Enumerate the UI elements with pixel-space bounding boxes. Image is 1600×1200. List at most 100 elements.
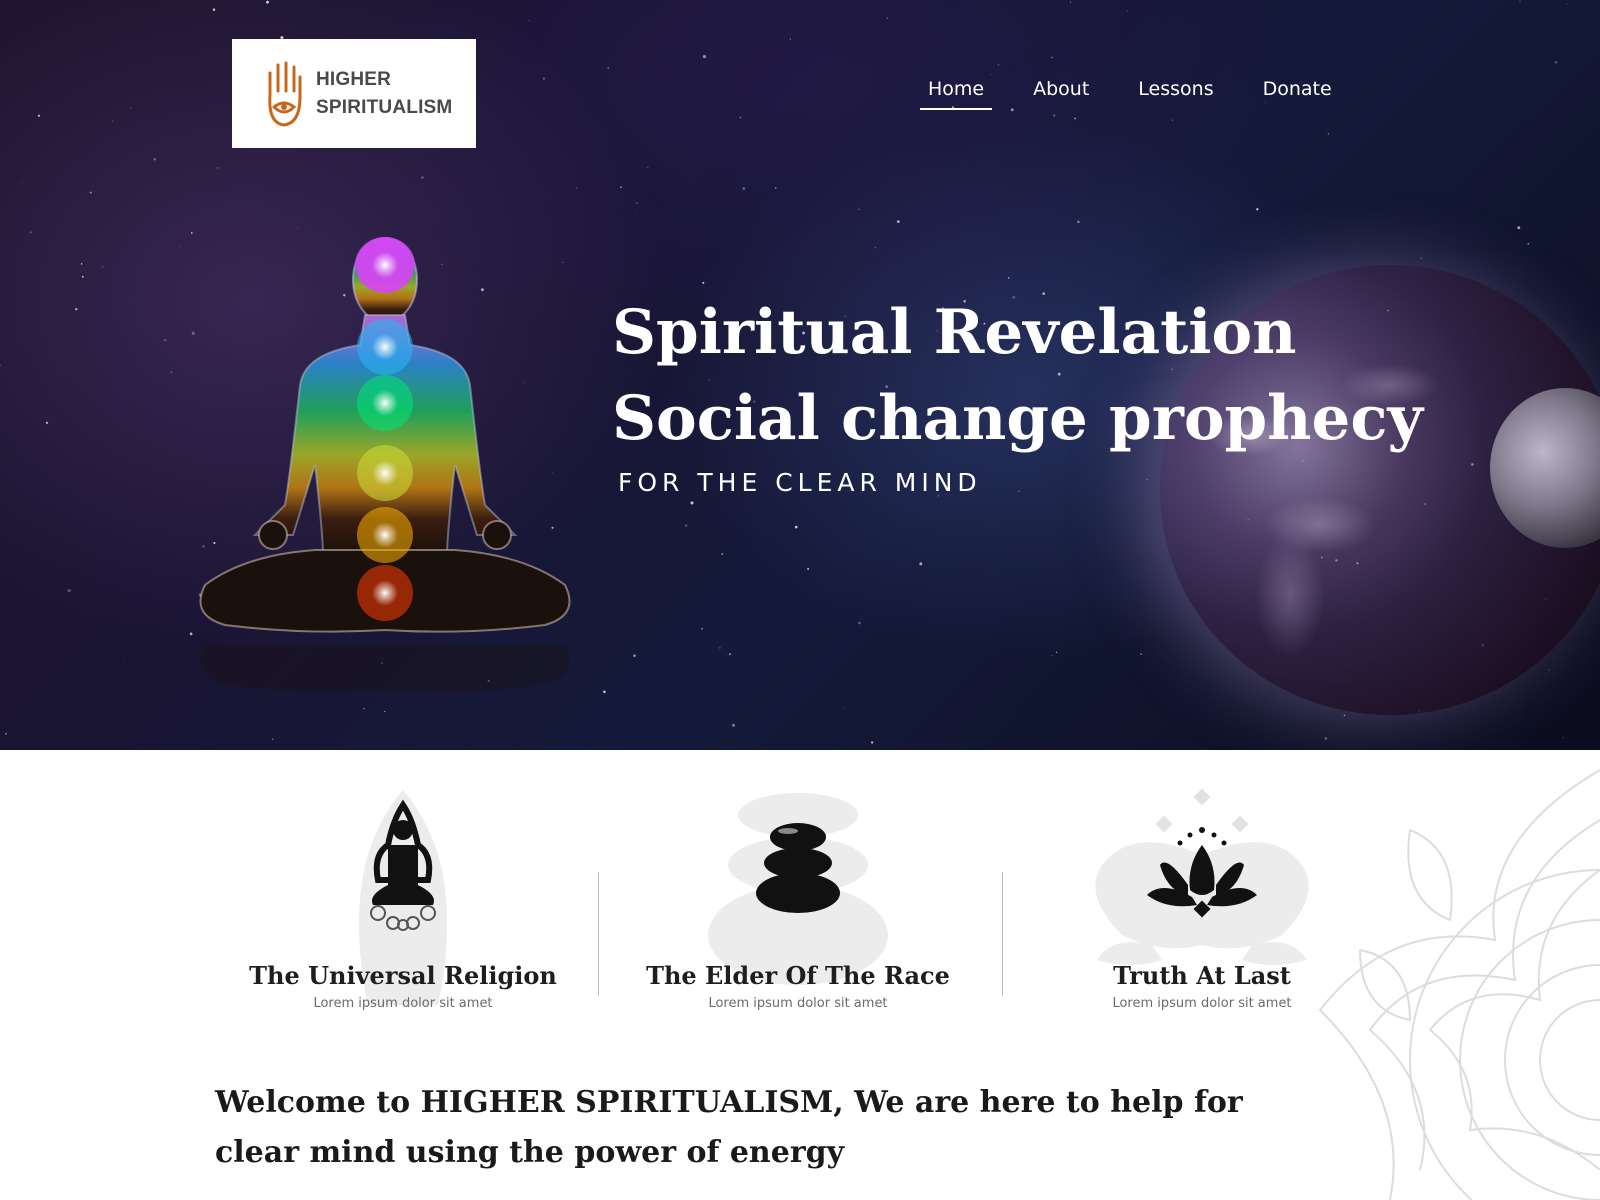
star <box>89 191 92 194</box>
star <box>75 308 78 311</box>
star <box>190 232 193 234</box>
star <box>1420 257 1422 260</box>
star <box>732 723 735 727</box>
star <box>1517 226 1521 230</box>
feature-desc: Lorem ipsum dolor sit amet <box>708 996 888 1011</box>
star <box>1051 654 1053 657</box>
star <box>721 553 723 555</box>
star <box>870 741 874 744</box>
star <box>102 266 104 268</box>
star <box>719 647 721 649</box>
star <box>858 208 860 211</box>
star <box>702 281 705 284</box>
chakra-core <box>372 334 398 360</box>
chakra-core <box>372 390 398 416</box>
star <box>701 627 703 630</box>
nav-donate[interactable]: Donate <box>1255 78 1340 106</box>
star <box>297 227 299 229</box>
star <box>739 116 742 119</box>
star <box>153 157 157 161</box>
star <box>1565 3 1567 5</box>
star <box>1077 220 1080 224</box>
star <box>130 107 132 109</box>
star <box>1548 669 1550 671</box>
star <box>635 202 638 205</box>
star <box>81 275 84 278</box>
nav-about[interactable]: About <box>1025 78 1097 106</box>
star <box>635 212 637 214</box>
star <box>620 186 622 188</box>
nav-home[interactable]: Home <box>920 78 993 110</box>
star <box>179 245 181 247</box>
star <box>1050 56 1053 59</box>
feature-desc: Lorem ipsum dolor sit amet <box>1112 996 1292 1011</box>
star <box>742 187 746 190</box>
star <box>1527 242 1530 245</box>
feature-title: The Universal Religion <box>249 961 557 990</box>
star <box>874 247 876 249</box>
welcome-text: Welcome to HIGHER SPIRITUALISM, We are h… <box>215 1085 1243 1170</box>
nav-lessons[interactable]: Lessons <box>1130 78 1221 106</box>
brand-line1: HIGHER <box>316 68 392 90</box>
star <box>607 66 610 69</box>
star <box>4 732 8 735</box>
star <box>990 74 992 76</box>
star <box>45 421 49 425</box>
star <box>1010 108 1014 112</box>
star <box>1070 1 1072 3</box>
star <box>163 338 167 342</box>
star <box>646 166 649 169</box>
star <box>212 8 216 11</box>
star <box>633 654 636 658</box>
star <box>528 20 530 21</box>
feature-title: Truth At Last <box>1113 961 1291 990</box>
star <box>123 660 124 662</box>
star <box>794 525 798 529</box>
star <box>1327 133 1330 135</box>
star <box>0 364 2 367</box>
hero-title-line1: Spiritual Revelation <box>612 297 1297 368</box>
star <box>975 287 977 289</box>
star <box>919 562 923 566</box>
brand-line2: SPIRITUALISM <box>316 96 453 118</box>
star <box>1140 653 1142 655</box>
chakra-core <box>372 252 398 278</box>
star <box>37 114 41 118</box>
star <box>997 63 1000 66</box>
chakra-core <box>372 580 398 606</box>
feature-title: The Elder Of The Race <box>646 961 950 990</box>
star <box>542 77 546 80</box>
star <box>886 17 889 19</box>
star <box>1146 478 1148 481</box>
feature-card-3[interactable]: Truth At Last Lorem ipsum dolor sit amet <box>1002 785 1402 1011</box>
feature-card-2[interactable]: The Elder Of The Race Lorem ipsum dolor … <box>598 785 998 1011</box>
star <box>170 371 173 374</box>
star <box>269 27 271 29</box>
star <box>80 263 83 265</box>
star <box>1074 117 1077 120</box>
brand-name: HIGHER SPIRITUALISM <box>316 66 452 122</box>
star <box>603 690 606 694</box>
star <box>1018 490 1020 492</box>
star <box>1159 239 1161 241</box>
feature-card-1[interactable]: The Universal Religion Lorem ipsum dolor… <box>203 785 603 1011</box>
star <box>1008 277 1010 279</box>
star <box>1172 119 1173 121</box>
star <box>1053 114 1056 117</box>
star <box>858 621 861 625</box>
chakra-core <box>372 522 398 548</box>
hamsa-hand-icon <box>268 61 302 127</box>
brand-logo[interactable]: HIGHER SPIRITUALISM <box>232 39 476 148</box>
star <box>421 176 424 179</box>
star <box>690 501 694 505</box>
chakra-core <box>372 460 398 486</box>
star <box>789 38 792 40</box>
hero-section: HIGHER SPIRITUALISM Home About Lessons D… <box>0 0 1600 750</box>
star <box>702 55 706 59</box>
star <box>1343 714 1346 717</box>
star <box>1256 208 1259 211</box>
feature-desc: Lorem ipsum dolor sit amet <box>313 996 493 1011</box>
star <box>112 120 114 122</box>
star <box>1126 10 1128 12</box>
hero-title-line2: Social change prophecy <box>612 383 1423 454</box>
